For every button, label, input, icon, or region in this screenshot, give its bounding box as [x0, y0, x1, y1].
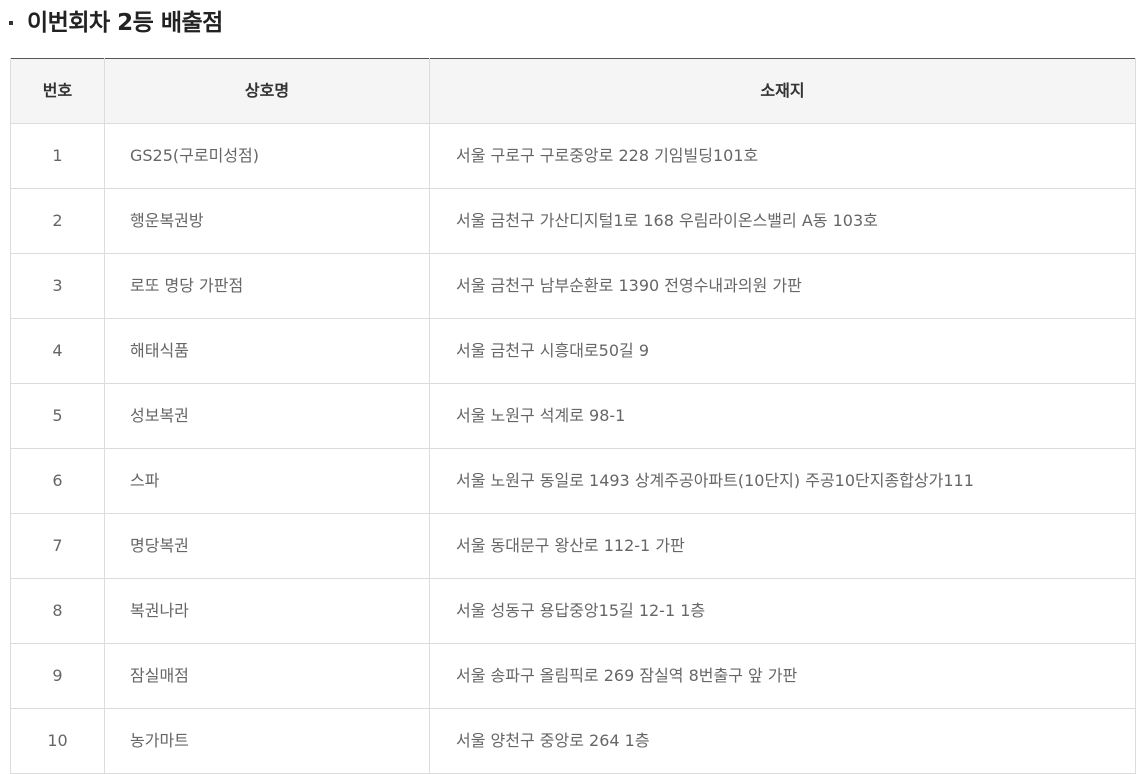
row-number: 7 [10, 513, 105, 579]
section-title: 이번회차 2등 배출점 [27, 10, 223, 36]
table-row: 8 복권나라 서울 성동구 용답중앙15길 12-1 1층 [10, 578, 1136, 644]
store-address: 서울 노원구 석계로 98-1 [429, 383, 1136, 449]
store-address: 서울 송파구 올림픽로 269 잠실역 8번출구 앞 가판 [429, 643, 1136, 709]
row-number: 10 [10, 708, 105, 774]
table-row: 9 잠실매점 서울 송파구 올림픽로 269 잠실역 8번출구 앞 가판 [10, 643, 1136, 709]
row-number: 6 [10, 448, 105, 514]
row-number: 2 [10, 188, 105, 254]
store-name: 해태식품 [104, 318, 430, 384]
store-name: 명당복권 [104, 513, 430, 579]
column-header-name: 상호명 [104, 58, 430, 124]
section-header: 이번회차 2등 배출점 [0, 0, 1141, 58]
row-number: 1 [10, 123, 105, 189]
store-name: 성보복권 [104, 383, 430, 449]
row-number: 5 [10, 383, 105, 449]
store-name: 농가마트 [104, 708, 430, 774]
table-row: 10 농가마트 서울 양천구 중앙로 264 1층 [10, 708, 1136, 774]
store-name: 행운복권방 [104, 188, 430, 254]
store-address: 서울 양천구 중앙로 264 1층 [429, 708, 1136, 774]
store-table: 번호 상호명 소재지 1 GS25(구로미성점) 서울 구로구 구로중앙로 228 … [10, 58, 1136, 774]
store-name: GS25(구로미성점) [104, 123, 430, 189]
row-number: 4 [10, 318, 105, 384]
store-address: 서울 동대문구 왕산로 112-1 가판 [429, 513, 1136, 579]
table-row: 5 성보복권 서울 노원구 석계로 98-1 [10, 383, 1136, 449]
store-name: 스파 [104, 448, 430, 514]
table-row: 3 로또 명당 가판점 서울 금천구 남부순환로 1390 전영수내과의원 가판 [10, 253, 1136, 319]
table-row: 6 스파 서울 노원구 동일로 1493 상계주공아파트(10단지) 주공10단지종… [10, 448, 1136, 514]
store-address: 서울 금천구 남부순환로 1390 전영수내과의원 가판 [429, 253, 1136, 319]
row-number: 8 [10, 578, 105, 644]
table-row: 2 행운복권방 서울 금천구 가산디지털1로 168 우림라이온스밸리 A동 103… [10, 188, 1136, 254]
store-name: 로또 명당 가판점 [104, 253, 430, 319]
store-name: 잠실매점 [104, 643, 430, 709]
store-address: 서울 금천구 시흥대로50길 9 [429, 318, 1136, 384]
table-row: 1 GS25(구로미성점) 서울 구로구 구로중앙로 228 기임빌딩101호 [10, 123, 1136, 189]
store-address: 서울 성동구 용답중앙15길 12-1 1층 [429, 578, 1136, 644]
bullet-dot-icon [9, 21, 13, 25]
table-row: 7 명당복권 서울 동대문구 왕산로 112-1 가판 [10, 513, 1136, 579]
store-address: 서울 구로구 구로중앙로 228 기임빌딩101호 [429, 123, 1136, 189]
column-header-no: 번호 [10, 58, 105, 124]
column-header-address: 소재지 [429, 58, 1136, 124]
store-name: 복권나라 [104, 578, 430, 644]
store-address: 서울 노원구 동일로 1493 상계주공아파트(10단지) 주공10단지종합상가… [429, 448, 1136, 514]
row-number: 3 [10, 253, 105, 319]
row-number: 9 [10, 643, 105, 709]
store-address: 서울 금천구 가산디지털1로 168 우림라이온스밸리 A동 103호 [429, 188, 1136, 254]
table-row: 4 해태식품 서울 금천구 시흥대로50길 9 [10, 318, 1136, 384]
table-header-row: 번호 상호명 소재지 [10, 58, 1136, 124]
